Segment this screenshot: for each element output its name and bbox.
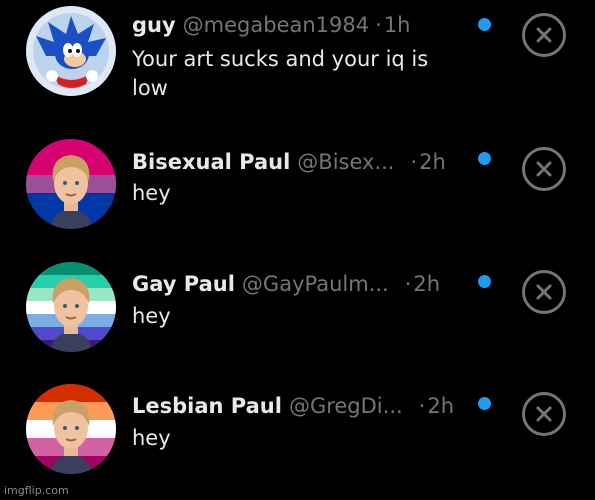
separator-dot: · xyxy=(375,13,382,37)
lesbian-flag-avatar-icon[interactable] xyxy=(26,384,116,474)
timestamp: 2h xyxy=(427,394,455,418)
message-text: hey xyxy=(132,426,171,450)
unread-dot-icon xyxy=(478,275,491,288)
notification-header: Gay Paul @GayPaulm... ·2h xyxy=(132,270,440,298)
user-handle[interactable]: @megabean1984 xyxy=(183,13,369,37)
close-circle-icon[interactable] xyxy=(522,147,566,191)
notification-header: Lesbian Paul @GregDi... ·2h xyxy=(132,392,454,420)
message-text: Your art sucks and your iq is low xyxy=(132,47,429,100)
notification-header: guy @megabean1984·1h xyxy=(132,11,410,39)
separator-dot: · xyxy=(404,272,412,296)
close-circle-icon[interactable] xyxy=(522,392,566,436)
unread-dot-icon xyxy=(478,18,491,31)
display-name[interactable]: Bisexual Paul xyxy=(132,150,290,174)
user-handle[interactable]: @GayPaulm... xyxy=(242,272,389,296)
notification-item-lesbian-paul[interactable]: Lesbian Paul @GregDi... ·2h hey xyxy=(0,370,595,490)
close-circle-icon[interactable] xyxy=(522,270,566,314)
unread-dot-icon xyxy=(478,397,491,410)
timestamp: 2h xyxy=(419,150,446,174)
watermark-text: imgflip.com xyxy=(4,484,69,497)
display-name[interactable]: Lesbian Paul xyxy=(132,394,282,418)
gay-men-flag-avatar-icon[interactable] xyxy=(26,262,116,352)
close-circle-icon[interactable] xyxy=(522,13,566,57)
notification-item-guy[interactable]: guy @megabean1984·1h Your art sucks and y… xyxy=(0,0,595,120)
notification-item-gay-paul[interactable]: Gay Paul @GayPaulm... ·2h hey xyxy=(0,248,595,368)
separator-dot: · xyxy=(410,150,418,174)
sonic-avatar-icon[interactable] xyxy=(26,6,116,96)
message-text: hey xyxy=(132,304,171,328)
user-handle[interactable]: @GregDi... xyxy=(289,394,403,418)
notification-item-bisexual-paul[interactable]: Bisexual Paul @Bisex... ·2h hey xyxy=(0,125,595,245)
display-name[interactable]: guy xyxy=(132,13,176,37)
bisexual-flag-avatar-icon[interactable] xyxy=(26,139,116,229)
message-text: hey xyxy=(132,181,171,205)
user-handle[interactable]: @Bisex... xyxy=(297,150,394,174)
timestamp: 2h xyxy=(413,272,441,296)
display-name[interactable]: Gay Paul xyxy=(132,272,235,296)
unread-dot-icon xyxy=(478,152,491,165)
separator-dot: · xyxy=(418,394,426,418)
notification-header: Bisexual Paul @Bisex... ·2h xyxy=(132,148,446,176)
timestamp: 1h xyxy=(383,13,411,37)
